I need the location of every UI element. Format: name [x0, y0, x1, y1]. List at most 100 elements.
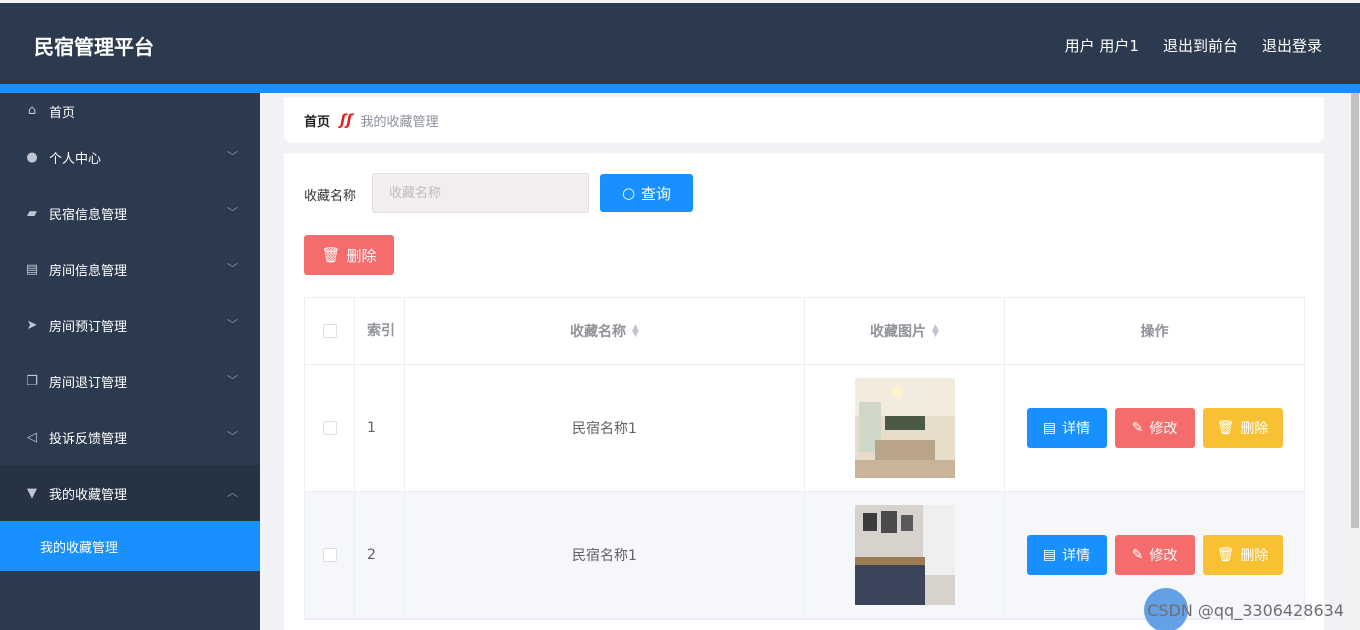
content-panel: 收藏名称 ○ 查询 🗑 删除 索引 收藏名称 ▲▼ 收藏图片 ▲▼ 操作 — [284, 153, 1324, 630]
edit-label: 修改 — [1149, 548, 1178, 564]
trash-icon: 🗑 — [321, 246, 341, 264]
sidebar-item-feedback[interactable]: ◁ 投诉反馈管理 ﹀ — [0, 409, 260, 465]
edit-icon: ✎ — [1131, 420, 1144, 436]
edit-button[interactable]: ✎ 修改 — [1114, 408, 1195, 448]
header-index: 索引 — [355, 298, 405, 364]
query-button[interactable]: ○ 查询 — [600, 174, 693, 212]
chevron-down-icon: ﹀ — [227, 150, 238, 163]
header-image: 收藏图片 — [870, 324, 927, 340]
clipboard-icon: ▤ — [25, 261, 39, 277]
detail-button[interactable]: ▤ 详情 — [1026, 408, 1107, 448]
sidebar-item-label: 房间信息管理 — [49, 263, 128, 279]
header-image-cell[interactable]: 收藏图片 ▲ ▼ — [805, 298, 1005, 364]
edit-button[interactable]: ✎ 修改 — [1114, 535, 1195, 575]
header-actions: 操作 — [1140, 324, 1169, 340]
logout-link[interactable]: 退出登录 — [1262, 35, 1322, 56]
top-header: 民宿管理平台 用户 用户1 退出到前台 退出登录 — [0, 0, 1360, 84]
sidebar-item-label: 投诉反馈管理 — [49, 431, 128, 447]
delete-label: 删除 — [1240, 421, 1269, 437]
header-actions: 用户 用户1 退出到前台 退出登录 — [1065, 35, 1322, 56]
trash-icon: 🗑 — [1216, 420, 1235, 436]
sidebar-item-label: 房间退订管理 — [49, 375, 128, 391]
breadcrumb-separator-icon: ʃʃ — [340, 111, 353, 129]
trash-icon: 🗑 — [1216, 547, 1235, 563]
query-button-label: 查询 — [641, 184, 672, 203]
user-name[interactable]: 用户 用户1 — [1065, 35, 1139, 56]
send-icon: ➤ — [26, 317, 38, 333]
sidebar-item-profile[interactable]: ● 个人中心 ﹀ — [0, 129, 260, 185]
sidebar-item-homestay[interactable]: ▰ 民宿信息管理 ﹀ — [0, 185, 260, 241]
row-name: 民宿名称1 — [405, 365, 805, 491]
sidebar-item-booking[interactable]: ➤ 房间预订管理 ﹀ — [0, 297, 260, 353]
select-all-checkbox[interactable] — [322, 324, 337, 338]
edit-label: 修改 — [1149, 421, 1178, 437]
wallet-icon: ▰ — [27, 205, 37, 221]
row-index: 1 — [355, 365, 405, 491]
breadcrumb-current: 我的收藏管理 — [360, 114, 439, 130]
sidebar: ⌂ 首页 ● 个人中心 ﹀ ▰ 民宿信息管理 ﹀ ▤ 房间信息管理 ﹀ ➤ 房间… — [0, 93, 260, 630]
sort-icon[interactable]: ▲ ▼ — [632, 324, 639, 339]
main-content: 首页 ʃʃ 我的收藏管理 收藏名称 ○ 查询 🗑 删除 索引 收藏名称 ▲▼ 收… — [260, 93, 1350, 630]
detail-label: 详情 — [1062, 421, 1091, 437]
row-actions: ▤ 详情 ✎ 修改 🗑 删除 — [1005, 365, 1304, 491]
page-scrollbar[interactable] — [1350, 93, 1360, 630]
home-icon: ⌂ — [27, 102, 37, 118]
sidebar-item-label: 个人中心 — [49, 151, 102, 167]
table-row: 1 民宿名称1 ▤ 详情 ✎ 修改 🗑 删除 — [305, 365, 1304, 492]
document-icon: ▤ — [1042, 547, 1057, 563]
row-index: 2 — [355, 492, 405, 618]
search-input[interactable] — [372, 173, 589, 213]
sidebar-item-label: 房间预订管理 — [49, 319, 128, 335]
sidebar-item-rooms[interactable]: ▤ 房间信息管理 ﹀ — [0, 241, 260, 297]
sidebar-item-label: 我的收藏管理 — [49, 487, 128, 503]
row-image-cell — [805, 365, 1005, 491]
chevron-down-icon: ﹀ — [227, 206, 238, 219]
row-checkbox[interactable] — [322, 421, 337, 435]
row-image-cell — [805, 492, 1005, 618]
edit-icon: ✎ — [1131, 547, 1144, 563]
chevron-up-icon: ︿ — [227, 486, 238, 499]
favorites-table: 索引 收藏名称 ▲ ▼ 收藏图片 ▲ ▼ 操作 1 民宿名称1 ▤ 详情 ✎ 修… — [304, 297, 1305, 620]
cup-icon: ▼ — [27, 485, 37, 501]
table-header-row: 索引 收藏名称 ▲ ▼ 收藏图片 ▲ ▼ 操作 — [305, 298, 1304, 365]
breadcrumb-home[interactable]: 首页 — [304, 111, 330, 130]
detail-label: 详情 — [1062, 548, 1091, 564]
watermark: CSDN @qq_3306428634 — [1147, 601, 1344, 620]
header-accent-bar — [0, 84, 1360, 93]
breadcrumb: 首页 ʃʃ 我的收藏管理 — [284, 97, 1324, 143]
header-name-cell[interactable]: 收藏名称 ▲ ▼ — [405, 298, 805, 364]
header-name: 收藏名称 — [570, 324, 627, 340]
sidebar-subitem-favorites[interactable]: 我的收藏管理 — [0, 521, 260, 571]
sort-icon[interactable]: ▲ ▼ — [932, 324, 939, 339]
user-icon: ● — [26, 149, 38, 165]
room-photo — [854, 505, 955, 605]
sidebar-item-home[interactable]: ⌂ 首页 — [0, 93, 260, 129]
back-to-front-link[interactable]: 退出到前台 — [1163, 35, 1238, 56]
copy-icon: ❐ — [26, 373, 38, 389]
chevron-down-icon: ﹀ — [227, 318, 238, 331]
search-icon: ○ — [621, 184, 636, 202]
navigation-icon: ◁ — [27, 429, 37, 445]
row-checkbox[interactable] — [322, 548, 337, 562]
chevron-down-icon: ﹀ — [227, 430, 238, 443]
row-select-cell — [305, 365, 355, 491]
row-select-cell — [305, 492, 355, 618]
room-photo — [854, 378, 955, 478]
sidebar-item-favorites[interactable]: ▼ 我的收藏管理 ︿ — [0, 465, 260, 521]
document-icon: ▤ — [1042, 420, 1057, 436]
delete-button[interactable]: 🗑 删除 — [1202, 535, 1283, 575]
delete-label: 删除 — [1240, 548, 1269, 564]
search-label: 收藏名称 — [304, 189, 357, 204]
brand-title: 民宿管理平台 — [34, 35, 154, 59]
sidebar-item-label: 首页 — [49, 106, 76, 121]
header-select-cell — [305, 298, 355, 364]
chevron-down-icon: ﹀ — [227, 374, 238, 387]
delete-button[interactable]: 🗑 删除 — [1202, 408, 1283, 448]
sidebar-item-cancel[interactable]: ❐ 房间退订管理 ﹀ — [0, 353, 260, 409]
detail-button[interactable]: ▤ 详情 — [1026, 535, 1107, 575]
scrollbar-thumb[interactable] — [1351, 93, 1359, 528]
sidebar-item-label: 民宿信息管理 — [49, 207, 128, 223]
batch-delete-label: 删除 — [346, 246, 377, 265]
batch-delete-button[interactable]: 🗑 删除 — [304, 235, 394, 275]
chevron-down-icon: ﹀ — [227, 262, 238, 275]
